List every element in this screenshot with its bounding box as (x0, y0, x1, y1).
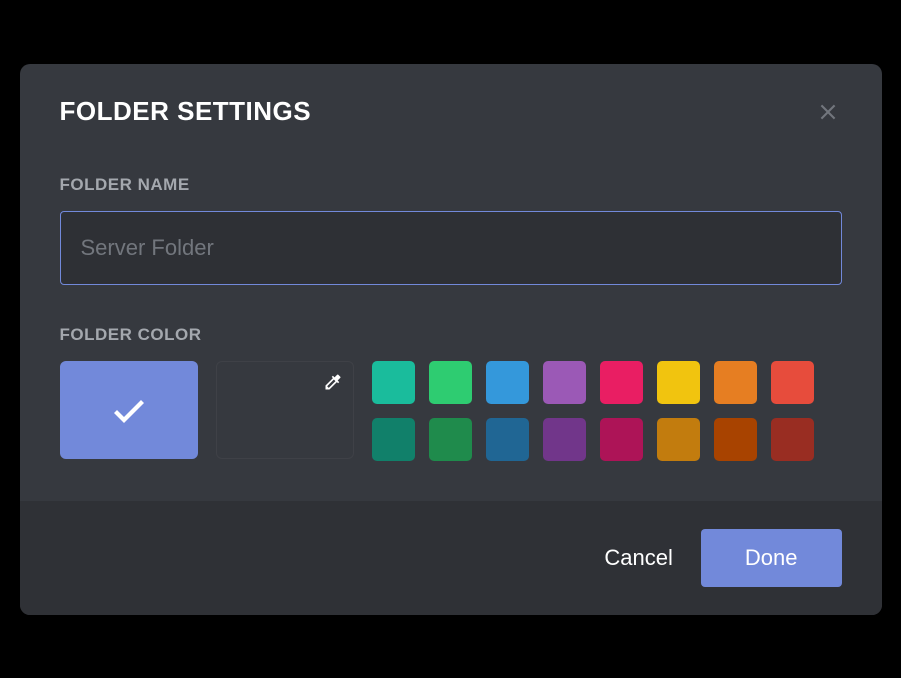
swatch-grid (372, 361, 814, 461)
close-icon (817, 101, 839, 123)
custom-color-swatch[interactable] (216, 361, 354, 459)
color-swatch[interactable] (486, 418, 529, 461)
swatch-row-dark (372, 418, 814, 461)
folder-color-label: FOLDER COLOR (60, 325, 842, 345)
color-swatch[interactable] (657, 418, 700, 461)
color-swatch[interactable] (600, 361, 643, 404)
color-swatch[interactable] (600, 418, 643, 461)
check-icon (109, 390, 149, 430)
folder-settings-modal: FOLDER SETTINGS FOLDER NAME FOLDER COLOR… (20, 64, 882, 615)
color-swatch[interactable] (429, 418, 472, 461)
modal-title: FOLDER SETTINGS (60, 96, 842, 127)
color-swatch[interactable] (657, 361, 700, 404)
color-swatch[interactable] (372, 361, 415, 404)
color-swatch[interactable] (714, 418, 757, 461)
modal-footer: Cancel Done (20, 501, 882, 615)
folder-name-label: FOLDER NAME (60, 175, 842, 195)
modal-body: FOLDER SETTINGS FOLDER NAME FOLDER COLOR (20, 64, 882, 501)
swatch-row-light (372, 361, 814, 404)
color-swatch[interactable] (543, 361, 586, 404)
eyedropper-icon (323, 372, 343, 397)
cancel-button[interactable]: Cancel (604, 545, 672, 571)
color-swatch[interactable] (429, 361, 472, 404)
color-picker-row (60, 361, 842, 461)
color-swatch[interactable] (486, 361, 529, 404)
color-swatch[interactable] (714, 361, 757, 404)
folder-name-input[interactable] (60, 211, 842, 285)
color-swatch[interactable] (771, 361, 814, 404)
color-swatch[interactable] (543, 418, 586, 461)
default-color-swatch[interactable] (60, 361, 198, 459)
color-swatch[interactable] (771, 418, 814, 461)
close-button[interactable] (814, 98, 842, 126)
done-button[interactable]: Done (701, 529, 842, 587)
color-swatch[interactable] (372, 418, 415, 461)
